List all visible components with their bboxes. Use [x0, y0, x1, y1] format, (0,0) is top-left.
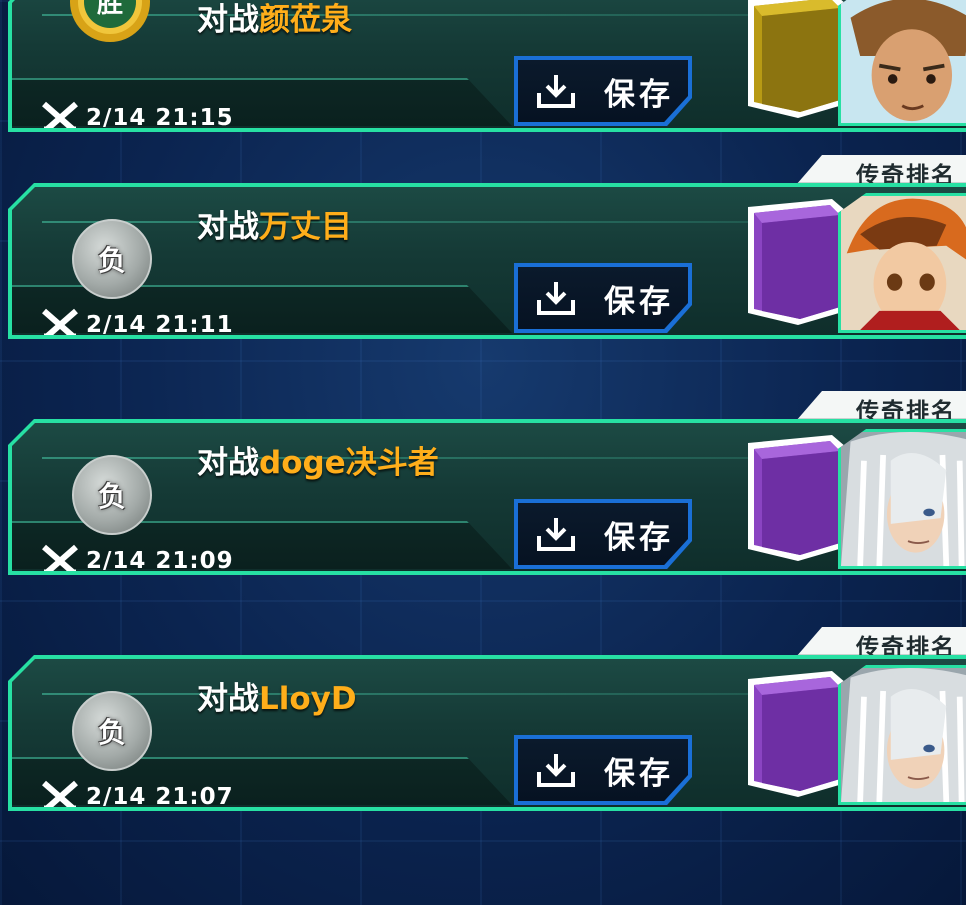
- download-icon: [537, 754, 575, 787]
- save-label: 保存: [604, 283, 674, 320]
- save-replay-button[interactable]: 保存: [514, 56, 692, 126]
- jaden-avatar-icon: [841, 196, 966, 330]
- legend-rank-tab: 传奇排名: [796, 155, 966, 185]
- loss-badge: 负: [72, 219, 152, 299]
- duel-timestamp: 2/14 21:09: [40, 543, 234, 571]
- opponent-avatar: [838, 429, 966, 569]
- win-laurel-badge-icon: 胜: [70, 0, 150, 42]
- opponent-name: doge决斗者: [259, 445, 439, 481]
- save-label: 保存: [604, 76, 674, 113]
- duel-record-card: 胜 对战颜莅泉 保存 2/14 21:15: [0, 0, 966, 148]
- loss-badge: 负: [72, 455, 152, 535]
- opponent-avatar: [838, 665, 966, 805]
- opponent-title: 对战doge决斗者: [197, 445, 439, 481]
- opponent-title: 对战颜莅泉: [197, 2, 352, 38]
- brown-hair-duelist-avatar-icon: [841, 0, 966, 123]
- save-label: 保存: [604, 755, 674, 792]
- pegasus-avatar-icon: [841, 432, 966, 566]
- duel-timestamp: 2/14 21:15: [40, 100, 234, 128]
- opponent-title: 对战LloyD: [197, 681, 357, 717]
- legend-rank-tab: 传奇排名: [796, 627, 966, 657]
- save-label: 保存: [604, 519, 674, 556]
- save-replay-button[interactable]: 保存: [514, 735, 692, 805]
- pegasus-avatar-icon: [841, 668, 966, 802]
- opponent-avatar: [838, 193, 966, 333]
- download-icon: [537, 282, 575, 315]
- save-replay-button[interactable]: 保存: [514, 499, 692, 569]
- svg-text:胜: 胜: [97, 0, 123, 19]
- opponent-name: 万丈目: [259, 209, 352, 245]
- opponent-avatar: [838, 0, 966, 126]
- crossed-swords-icon: [42, 780, 78, 807]
- duel-record-card: 传奇排名 负 对战万丈目 保存 2/14 21:11: [0, 155, 966, 355]
- save-replay-button[interactable]: 保存: [514, 263, 692, 333]
- legend-rank-tab: 传奇排名: [796, 391, 966, 421]
- crossed-swords-icon: [42, 544, 78, 571]
- opponent-name: LloyD: [259, 681, 357, 717]
- opponent-title: 对战万丈目: [197, 209, 352, 245]
- download-icon: [537, 75, 575, 108]
- loss-badge: 负: [72, 691, 152, 771]
- crossed-swords-icon: [42, 308, 78, 335]
- crossed-swords-icon: [42, 101, 78, 128]
- opponent-name: 颜莅泉: [259, 2, 352, 38]
- duel-timestamp: 2/14 21:11: [40, 307, 234, 335]
- duel-timestamp: 2/14 21:07: [40, 779, 234, 807]
- duel-record-card: 传奇排名 负 对战doge决斗者 保存 2/14 21:09: [0, 391, 966, 591]
- download-icon: [537, 518, 575, 551]
- duel-record-card: 传奇排名 负 对战LloyD 保存 2/14 21:07: [0, 627, 966, 827]
